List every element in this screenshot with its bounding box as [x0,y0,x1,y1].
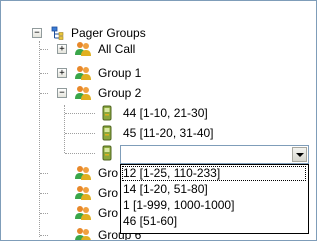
collapse-icon[interactable]: − [57,88,67,98]
tree-line [40,213,48,214]
pager-icon [102,105,112,125]
expand-icon[interactable]: + [57,44,67,54]
tree-node-label: 45 [11-20, 31-40] [123,126,214,140]
tree-line [40,73,48,74]
tree-line [65,133,95,134]
dropdown-option[interactable]: 1 [1-999, 1000-1000] [122,198,306,213]
tree-node-label: Gro [98,166,119,180]
tree-line [40,193,48,194]
dropdown-option[interactable]: 46 [51-60] [122,214,306,229]
user-group-icon [75,205,92,225]
tree-line [40,49,48,50]
tree-node-group[interactable]: + All Call [1,41,316,57]
user-group-icon [75,165,92,185]
tree-node-pager[interactable]: 44 [1-10, 21-30] [1,105,316,121]
user-group-icon [75,41,92,61]
dropdown-arrow-icon[interactable] [292,147,307,162]
dropdown-option[interactable]: 12 [1-25, 110-233] [122,166,306,181]
tree-node-label: Gro [98,186,119,200]
tree-node-label: Gro [98,206,119,220]
tree-node-root[interactable]: − Pager Groups [1,25,316,41]
tree-node-label: All Call [98,42,136,56]
tree-node-group[interactable]: + Group 1 [1,65,316,81]
user-group-icon [75,85,92,105]
pager-groups-tree[interactable]: − Pager Groups + All Call + Group 1 − Gr… [0,0,317,241]
tree-node-label: Group 2 [98,86,142,100]
user-group-icon [75,227,92,240]
user-group-icon [75,65,92,85]
pager-icon [102,145,112,165]
tree-node-group[interactable]: − Group 2 [1,85,316,101]
pager-icon [102,125,112,145]
tree-line [40,235,48,236]
user-group-icon [75,185,92,205]
tree-line [65,113,95,114]
tree-node-pager[interactable]: 45 [11-20, 31-40] [1,125,316,141]
tree-line [40,93,48,94]
tree-node-label: Pager Groups [71,26,146,40]
pager-select-dropdown-list[interactable]: 12 [1-25, 110-233] 14 [1-20, 51-80] 1 [1… [120,164,309,234]
tree-line [40,173,48,174]
tree-line [65,153,95,154]
collapse-icon[interactable]: − [32,28,42,38]
dropdown-option[interactable]: 14 [1-20, 51-80] [122,182,306,197]
tree-node-label: 44 [1-10, 21-30] [123,106,208,120]
pager-select-combobox[interactable] [120,145,309,164]
expand-icon[interactable]: + [57,68,67,78]
tree-node-label: Group 1 [98,66,142,80]
